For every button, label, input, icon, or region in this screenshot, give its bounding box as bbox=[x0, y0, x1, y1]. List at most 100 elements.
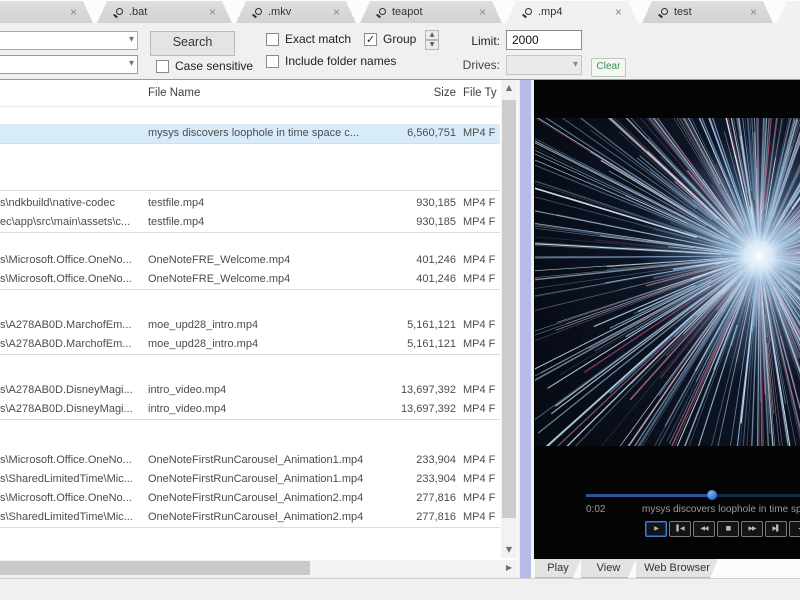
extra-button[interactable]: ◀ bbox=[789, 521, 800, 537]
search-term-combo[interactable]: ▾ bbox=[0, 31, 138, 50]
chevron-down-icon[interactable]: ▾ bbox=[129, 34, 134, 45]
tab-play[interactable]: Play bbox=[535, 559, 581, 578]
table-row[interactable]: s\Microsoft.Office.OneNo... OneNoteFirstR… bbox=[0, 489, 500, 508]
tab-web-browser[interactable]: Web Browser bbox=[636, 559, 718, 578]
close-icon[interactable]: × bbox=[750, 6, 757, 18]
column-header-file-type[interactable]: File Ty bbox=[463, 87, 497, 99]
cell-size: 277,816 bbox=[416, 492, 456, 504]
cell-file-name: moe_upd28_intro.mp4 bbox=[148, 338, 259, 350]
tab-mkv[interactable]: .mkv × bbox=[236, 1, 356, 23]
table-row[interactable]: s\A278AB0D.DisneyMagi... intro_video.mp4 1… bbox=[0, 400, 500, 419]
file-list: File Name Size File Ty mysys discovers l… bbox=[0, 80, 518, 576]
checkbox-box[interactable] bbox=[156, 59, 169, 73]
table-row[interactable]: s\A278AB0D.DisneyMagi... intro_video.mp4 1… bbox=[0, 381, 500, 400]
drives-select[interactable]: ▾ bbox=[506, 55, 582, 75]
table-row[interactable]: ec\app\src\main\assets\c... testfile.mp4 9… bbox=[0, 213, 500, 232]
list-rows: mysys discovers loophole in time space c… bbox=[0, 106, 500, 528]
cell-file-type: MP4 F bbox=[463, 273, 496, 285]
seek-thumb[interactable] bbox=[707, 490, 718, 500]
table-row[interactable]: s\SharedLimitedTime\Mic... OneNoteFirstRu… bbox=[0, 508, 500, 527]
vertical-scrollbar[interactable]: ▲ ▼ bbox=[501, 80, 517, 558]
group-separator bbox=[0, 527, 500, 528]
tab-partial[interactable] bbox=[777, 1, 800, 23]
seek-bar[interactable] bbox=[586, 490, 800, 500]
table-row[interactable]: s\Microsoft.Office.OneNo... OneNoteFRE_We… bbox=[0, 251, 500, 270]
cell-file-type: MP4 F bbox=[463, 492, 496, 504]
tab-label: teapot bbox=[392, 6, 423, 18]
scroll-thumb[interactable] bbox=[502, 100, 516, 518]
cell-file-type: MP4 F bbox=[463, 511, 496, 523]
search-in-combo[interactable]: ▾ bbox=[0, 55, 138, 74]
cell-file-type: MP4 F bbox=[463, 454, 496, 466]
clear-button[interactable]: Clear bbox=[591, 58, 626, 77]
close-icon[interactable]: × bbox=[209, 6, 216, 18]
checkbox-box[interactable] bbox=[266, 32, 279, 46]
cell-size: 13,697,392 bbox=[400, 384, 456, 396]
spinner-down-icon[interactable]: ▼ bbox=[425, 40, 439, 50]
tab-ys[interactable]: ys × bbox=[0, 1, 93, 23]
cell-path: s\SharedLimitedTime\Mic... bbox=[0, 511, 133, 523]
cell-file-name: OneNoteFirstRunCarousel_Animation1.mp4 bbox=[148, 473, 364, 485]
cell-size: 13,697,392 bbox=[400, 403, 456, 415]
scroll-down-button[interactable]: ▼ bbox=[501, 542, 517, 558]
table-row[interactable]: mysys discovers loophole in time space c… bbox=[0, 124, 500, 143]
rewind-button[interactable]: ◀◀ bbox=[693, 521, 715, 537]
skip-end-button[interactable]: ▶▌ bbox=[765, 521, 787, 537]
scroll-thumb[interactable] bbox=[0, 561, 310, 575]
checkbox-box[interactable] bbox=[266, 54, 279, 68]
search-button[interactable]: Search bbox=[150, 31, 235, 56]
table-row[interactable]: s\SharedLimitedTime\Mic... OneNoteFirstRu… bbox=[0, 470, 500, 489]
cell-path: s\A278AB0D.DisneyMagi... bbox=[0, 384, 133, 396]
close-icon[interactable]: × bbox=[479, 6, 486, 18]
search-icon bbox=[522, 7, 533, 18]
tab-view[interactable]: View bbox=[581, 559, 636, 578]
table-row[interactable]: s\ndkbuild\native-codec testfile.mp4 930,1… bbox=[0, 194, 500, 213]
pane-splitter[interactable] bbox=[520, 80, 531, 578]
limit-input[interactable]: 2000 bbox=[506, 30, 582, 50]
skip-start-button[interactable]: ▌◀ bbox=[669, 521, 691, 537]
horizontal-scrollbar[interactable]: ▶ bbox=[0, 560, 517, 576]
tab-bat[interactable]: .bat × bbox=[97, 1, 232, 23]
column-header-size[interactable]: Size bbox=[370, 87, 456, 99]
checkbox-label: Group bbox=[383, 32, 417, 46]
player-tabs: Play View Web Browser bbox=[531, 559, 800, 578]
column-header-file-name[interactable]: File Name bbox=[148, 87, 200, 99]
table-row[interactable]: s\A278AB0D.MarchofEm... moe_upd28_intro.m… bbox=[0, 335, 500, 354]
cell-size: 401,246 bbox=[416, 273, 456, 285]
cell-path: s\Microsoft.Office.OneNo... bbox=[0, 254, 132, 266]
group-spinner[interactable]: ▲ ▼ bbox=[425, 30, 439, 51]
spinner-up-icon[interactable]: ▲ bbox=[425, 30, 439, 40]
cell-path: s\A278AB0D.MarchofEm... bbox=[0, 338, 132, 350]
include-folder-names-checkbox[interactable]: Include folder names bbox=[266, 54, 396, 68]
tab-teapot[interactable]: teapot × bbox=[360, 1, 502, 23]
search-icon bbox=[658, 7, 669, 18]
table-row[interactable]: s\Microsoft.Office.OneNo... OneNoteFRE_We… bbox=[0, 270, 500, 289]
close-icon[interactable]: × bbox=[615, 6, 622, 18]
drives-label: Drives: bbox=[462, 58, 500, 72]
checkbox-box[interactable]: ✓ bbox=[364, 32, 377, 46]
group-checkbox[interactable]: ✓ Group bbox=[364, 32, 416, 46]
cell-file-type: MP4 F bbox=[463, 127, 496, 139]
case-sensitive-checkbox[interactable]: Case sensitive bbox=[156, 59, 253, 73]
play-button[interactable]: ▶ bbox=[645, 521, 667, 537]
status-bar: phole in time space continuum.mp4 6,560,… bbox=[0, 578, 800, 600]
cell-size: 277,816 bbox=[416, 511, 456, 523]
scroll-right-button[interactable]: ▶ bbox=[501, 560, 517, 576]
tab-test[interactable]: test × bbox=[642, 1, 773, 23]
stop-button[interactable]: ■ bbox=[717, 521, 739, 537]
search-panel: ▾ ▾ Search Case sensitive Exact match ✓ … bbox=[0, 23, 800, 80]
cell-file-name: OneNoteFirstRunCarousel_Animation2.mp4 bbox=[148, 511, 364, 523]
cell-path: s\A278AB0D.DisneyMagi... bbox=[0, 403, 133, 415]
close-icon[interactable]: × bbox=[333, 6, 340, 18]
close-icon[interactable]: × bbox=[70, 6, 77, 18]
tab-mp4[interactable]: .mp4 × bbox=[506, 1, 638, 23]
tab-label: .mkv bbox=[268, 6, 292, 18]
table-row[interactable]: s\A278AB0D.MarchofEm... moe_upd28_intro.m… bbox=[0, 316, 500, 335]
fast-forward-button[interactable]: ▶▶ bbox=[741, 521, 763, 537]
chevron-down-icon[interactable]: ▾ bbox=[129, 58, 134, 69]
table-row[interactable]: s\Microsoft.Office.OneNo... OneNoteFirstR… bbox=[0, 451, 500, 470]
exact-match-checkbox[interactable]: Exact match bbox=[266, 32, 351, 46]
scroll-up-button[interactable]: ▲ bbox=[501, 80, 517, 96]
